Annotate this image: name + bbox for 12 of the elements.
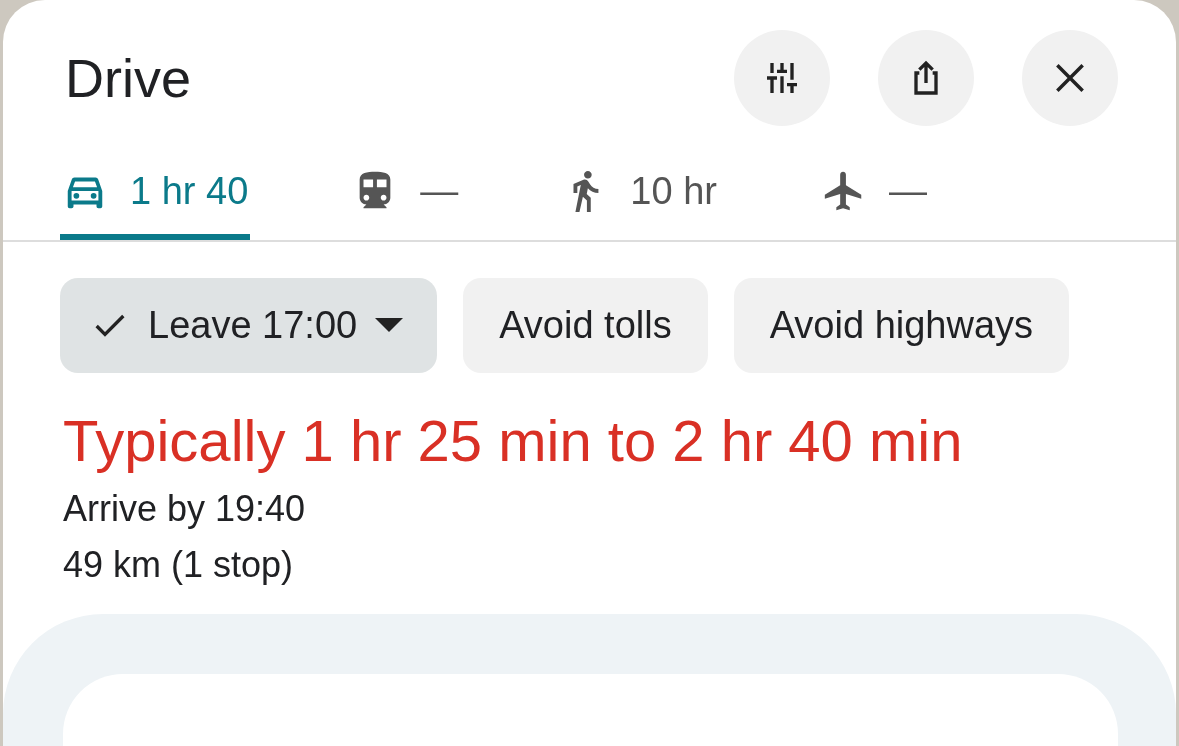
travel-mode-tab[interactable]: 1 hr 40 [60, 168, 251, 240]
dropdown-icon [375, 317, 404, 334]
filter-chip[interactable]: Avoid tolls [463, 278, 708, 373]
filter-chip[interactable]: Leave 17:00 [60, 278, 438, 373]
arrival-time: Arrive by 19:40 [62, 487, 307, 530]
travel-time-range: Typically 1 hr 25 min to 2 hr 40 min [62, 407, 964, 474]
filter-chip[interactable]: Avoid highways [733, 278, 1070, 373]
travel-mode-tab[interactable]: 10 hr [560, 168, 719, 240]
travel-mode-tab[interactable]: — [350, 168, 461, 240]
route-distance: 49 km (1 stop) [62, 543, 295, 586]
title: Drive [65, 47, 191, 109]
travel-mode-tab[interactable]: — [818, 168, 929, 240]
